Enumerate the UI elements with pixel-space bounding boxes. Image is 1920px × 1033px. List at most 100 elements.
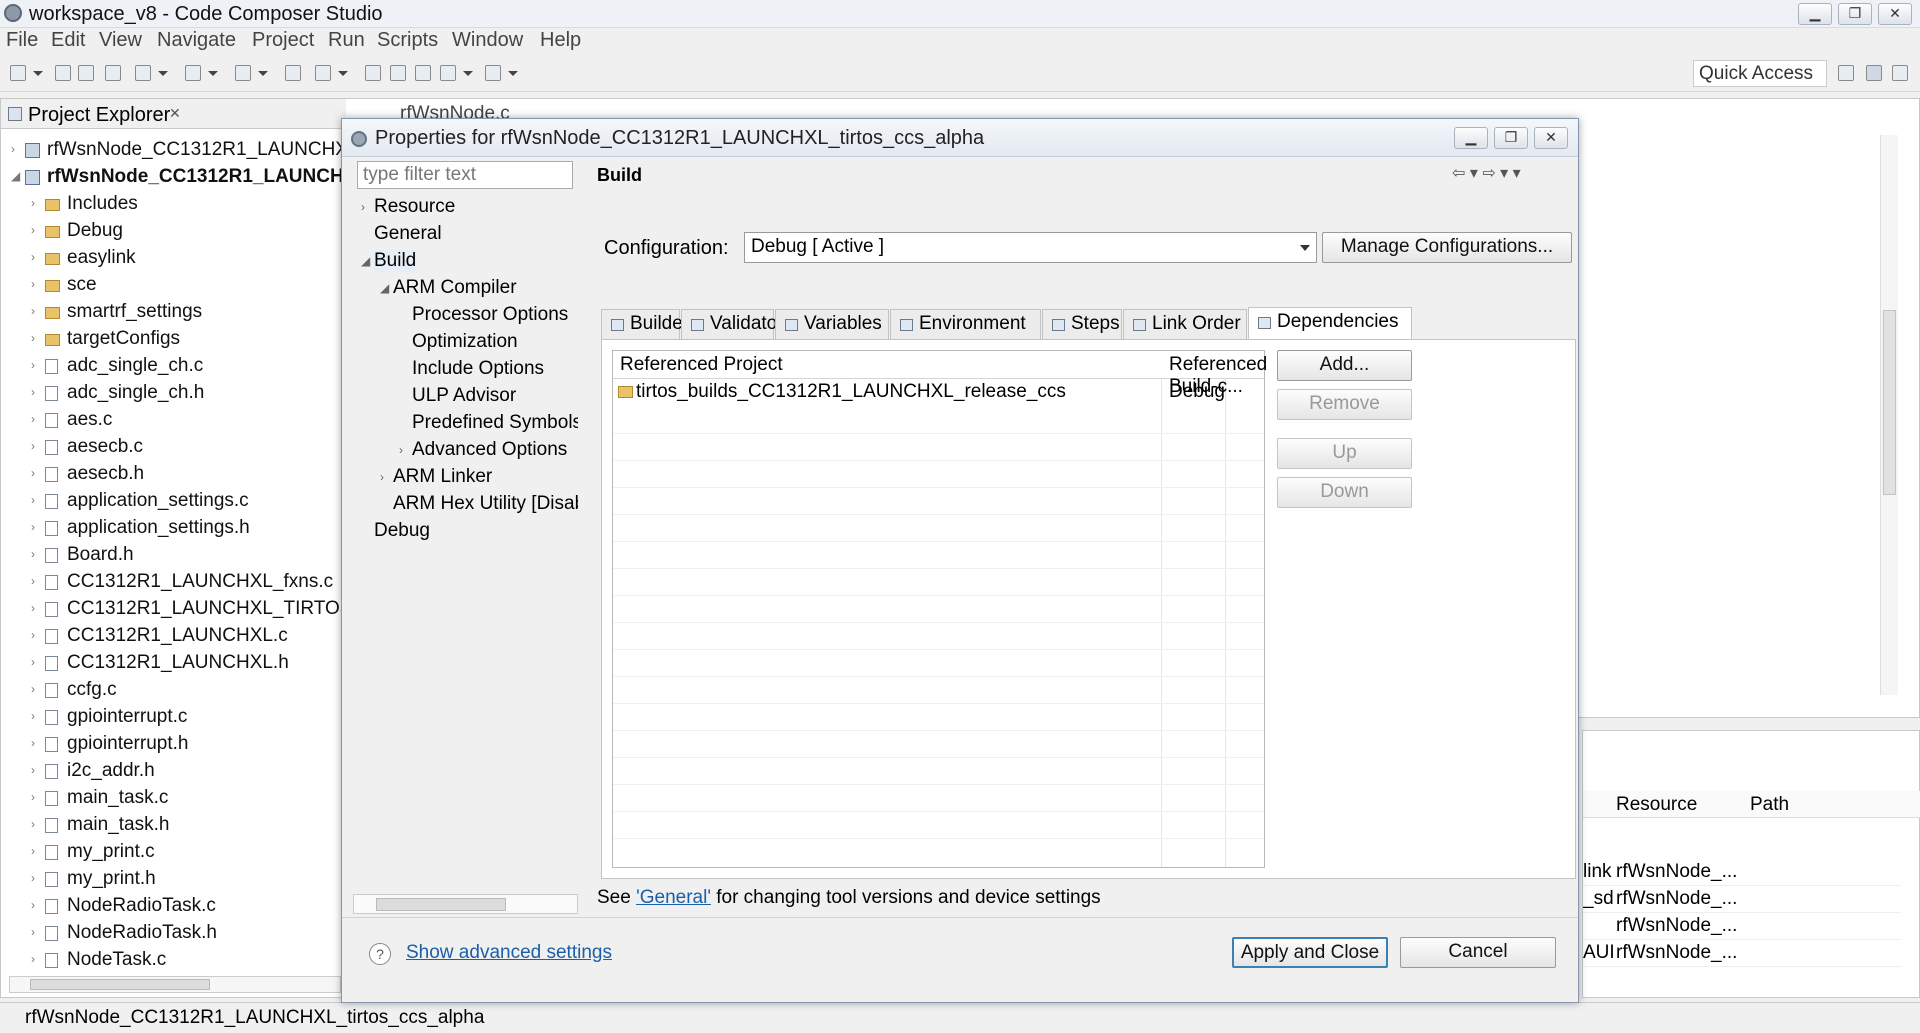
tab-validator[interactable]: Validator [681,309,784,339]
tab-variables[interactable]: Variables [775,309,889,339]
tree-item-file[interactable]: › aes.c [1,408,341,434]
quick-access-field[interactable]: Quick Access [1693,60,1827,87]
tree-item-file[interactable]: › adc_single_ch.c [1,354,341,380]
column-referenced-project[interactable]: Referenced Project [620,354,783,376]
back-icon[interactable] [415,65,431,81]
menu-run[interactable]: Run [328,29,365,52]
tree-item-file[interactable]: › my_print.h [1,867,341,893]
nav-item[interactable]: Predefined Symbols [353,411,578,437]
configuration-select[interactable]: Debug [ Active ] [744,232,1317,263]
collapsed-icon[interactable]: › [11,142,21,156]
nav-item[interactable]: General [353,222,578,248]
tree-item-folder[interactable]: › Includes [1,192,341,218]
tree-item-file[interactable]: › gpiointerrupt.h [1,732,341,758]
collapsed-icon[interactable]: › [31,493,41,507]
collapsed-icon[interactable]: › [31,871,41,885]
chevron-down-icon[interactable] [208,71,218,76]
chevron-down-icon[interactable] [258,71,268,76]
table-row[interactable]: link rfWsnNode_... [1583,859,1901,886]
tree-item-project[interactable]: ◢ rfWsnNode_CC1312R1_LAUNCHXL_tirtos_ccs_… [1,165,346,191]
nav-item[interactable]: › ARM Linker [353,465,578,491]
chevron-down-icon[interactable] [508,71,518,76]
scrollbar-thumb[interactable] [1883,310,1896,495]
restore-button[interactable]: ❐ [1838,3,1872,25]
collapsed-icon[interactable]: › [31,601,41,615]
help-icon[interactable]: ? [369,943,391,965]
tree-item-file[interactable]: › NodeRadioTask.c [1,894,341,920]
tree-item-folder[interactable]: › sce [1,273,341,299]
horizontal-scrollbar[interactable] [9,976,341,993]
up-button[interactable]: Up [1277,438,1412,469]
manage-configurations-button[interactable]: Manage Configurations... [1322,232,1572,263]
tree-item-file[interactable]: › main_task.c [1,786,341,812]
back-arrow-icon[interactable] [440,65,456,81]
scrollbar-thumb[interactable] [30,979,210,990]
collapsed-icon[interactable]: › [31,520,41,534]
tree-item-file[interactable]: › gpiointerrupt.c [1,705,341,731]
collapsed-icon[interactable]: › [31,466,41,480]
table-row[interactable]: rfWsnNode_... [1583,913,1901,940]
collapsed-icon[interactable]: › [31,790,41,804]
menu-file[interactable]: File [6,29,38,52]
collapsed-icon[interactable]: › [31,736,41,750]
tree-item-file[interactable]: › application_settings.c [1,489,341,515]
history-navigation[interactable]: ⇦ ▾ ⇨ ▾ ▾ [1452,163,1521,183]
expanded-icon[interactable]: ◢ [361,254,370,268]
tree-item-file[interactable]: › adc_single_ch.h [1,381,341,407]
collapsed-icon[interactable]: › [31,574,41,588]
nav-item[interactable]: › Advanced Options [353,438,578,464]
tree-item-folder[interactable]: › smartrf_settings [1,300,341,326]
tree-item-file[interactable]: › i2c_addr.h [1,759,341,785]
remove-button[interactable]: Remove [1277,389,1412,420]
tree-item-file[interactable]: › NodeTask.c [1,948,341,970]
terminal-icon[interactable] [105,65,121,81]
nav-item[interactable]: ◢ ARM Compiler [353,276,578,302]
collapsed-icon[interactable]: › [31,439,41,453]
chevron-down-icon[interactable] [158,71,168,76]
build-hammer-icon[interactable] [235,65,251,81]
menu-navigate[interactable]: Navigate [157,29,236,52]
collapsed-icon[interactable]: › [31,709,41,723]
collapsed-icon[interactable]: › [31,925,41,939]
nav-item[interactable]: ARM Hex Utility [Disabled] [353,492,578,518]
pencil-icon[interactable] [315,65,331,81]
collapsed-icon[interactable]: › [31,628,41,642]
chevron-down-icon[interactable] [338,71,348,76]
nav-item[interactable]: Optimization [353,330,578,356]
minimize-button[interactable]: ▁ [1454,127,1488,149]
nav-item[interactable]: ◢ Build [353,249,578,275]
close-icon[interactable]: ✕ [169,105,181,122]
down-button[interactable]: Down [1277,477,1412,508]
save-all-icon[interactable] [78,65,94,81]
tree-item-project[interactable]: › rfWsnNode_CC1312R1_LAUNCHXL_tirtos_ccs [1,138,346,164]
menu-view[interactable]: View [99,29,142,52]
collapsed-icon[interactable]: › [380,470,384,484]
tree-item-folder[interactable]: › targetConfigs [1,327,341,353]
nav-item[interactable]: ULP Advisor [353,384,578,410]
collapsed-icon[interactable]: › [31,412,41,426]
collapsed-icon[interactable]: › [31,763,41,777]
collapsed-icon[interactable]: › [31,682,41,696]
cancel-button[interactable]: Cancel [1400,937,1556,968]
collapsed-icon[interactable]: › [31,331,41,345]
collapsed-icon[interactable]: › [31,817,41,831]
chevron-down-icon[interactable] [463,71,473,76]
tree-item-file[interactable]: › main_task.h [1,813,341,839]
column-resource[interactable]: Resource [1616,794,1697,816]
expanded-icon[interactable]: ◢ [11,169,21,183]
tree-item-file[interactable]: › my_print.c [1,840,341,866]
tree-item-file[interactable]: › CC1312R1_LAUNCHXL_TIRTOS.cmd [1,597,346,623]
tree-item-file[interactable]: › application_settings.h [1,516,341,542]
table-row[interactable]: AUI rfWsnNode_... [1583,940,1901,967]
apply-and-close-button[interactable]: Apply and Close [1232,937,1388,968]
table-row[interactable]: tirtos_builds_CC1312R1_LAUNCHXL_release_… [613,380,1264,406]
tree-item-file[interactable]: › ccfg.c [1,678,341,704]
collapsed-icon[interactable]: › [31,196,41,210]
menu-project[interactable]: Project [252,29,314,52]
tree-item-folder[interactable]: › Debug [1,219,341,245]
save-icon[interactable] [55,65,71,81]
tree-item-folder[interactable]: › easylink [1,246,341,272]
collapsed-icon[interactable]: › [31,952,41,966]
collapsed-icon[interactable]: › [399,443,403,457]
add-button[interactable]: Add... [1277,350,1412,381]
